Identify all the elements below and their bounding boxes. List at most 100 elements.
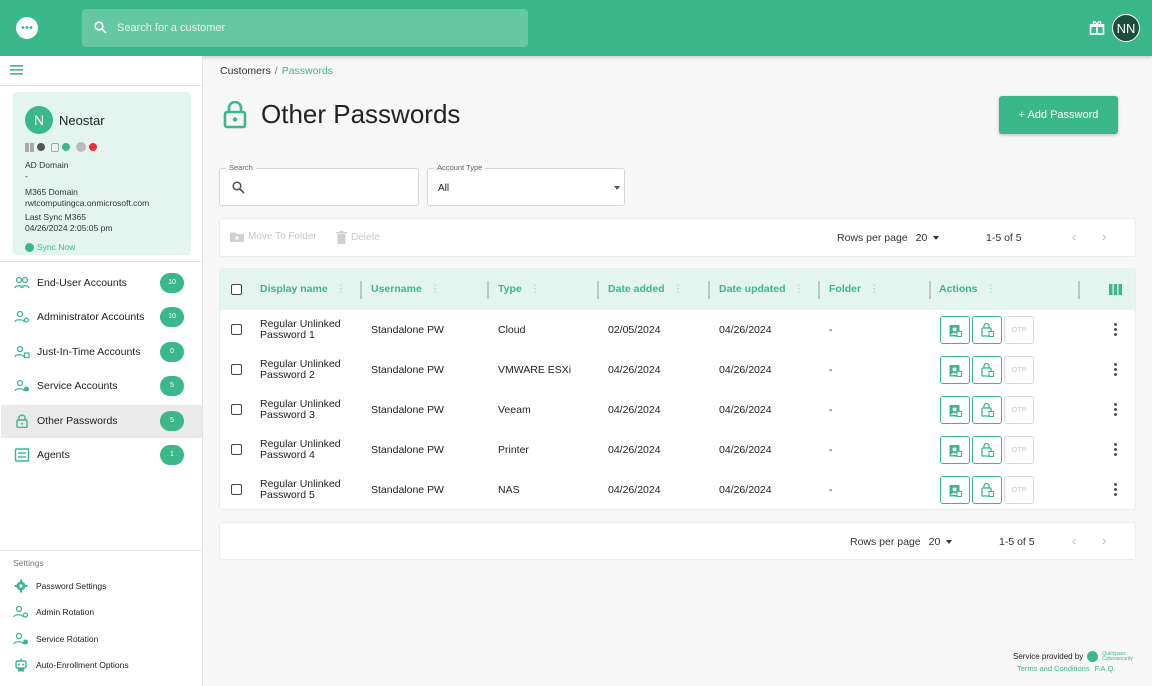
app-logo-icon[interactable] xyxy=(16,17,38,39)
copy-password-button[interactable] xyxy=(972,396,1002,424)
rows-per-page-select[interactable]: 20 xyxy=(916,232,928,244)
lock-clipboard-icon xyxy=(981,363,994,377)
gift-icon[interactable] xyxy=(1089,20,1105,35)
row-checkbox[interactable] xyxy=(231,444,242,455)
row-more-icon[interactable] xyxy=(1114,363,1117,378)
service-status-icons xyxy=(25,142,97,152)
sync-now-link[interactable]: Sync Now xyxy=(25,242,75,252)
column-menu-icon[interactable]: ⋮ xyxy=(794,283,805,295)
count-badge: 5 xyxy=(160,411,184,431)
passwords-table: Display name ⋮ Username ⋮ Type ⋮ Date added… xyxy=(219,268,1136,510)
next-page-icon[interactable]: › xyxy=(1102,229,1106,244)
row-checkbox[interactable] xyxy=(231,324,242,335)
column-username[interactable]: Username ⋮ xyxy=(371,283,440,295)
user-avatar[interactable]: NN xyxy=(1112,14,1140,42)
column-folder[interactable]: Folder ⋮ xyxy=(829,283,880,295)
terms-link[interactable]: Terms and Conditions xyxy=(1017,664,1090,673)
settings-item-password-settings[interactable]: Password Settings xyxy=(13,577,198,597)
copy-username-button[interactable] xyxy=(940,396,970,424)
delete-button[interactable]: Delete xyxy=(336,231,380,244)
table-row[interactable]: Regular Unlinked Password 5 Standalone PW… xyxy=(220,470,1135,509)
move-to-folder-button[interactable]: Move To Folder xyxy=(230,231,317,242)
row-checkbox[interactable] xyxy=(231,404,242,415)
account-type-select[interactable]: Account Type All xyxy=(427,163,625,206)
faq-link[interactable]: F.A.Q. xyxy=(1095,664,1116,673)
column-menu-icon[interactable]: ⋮ xyxy=(869,283,880,295)
row-more-icon[interactable] xyxy=(1114,323,1117,338)
column-date-updated[interactable]: Date updated ⋮ xyxy=(719,283,804,295)
user-clipboard-icon xyxy=(949,365,962,377)
rows-per-page: Rows per page 20 xyxy=(837,232,940,244)
sidebar-item-label: Just-In-Time Accounts xyxy=(37,346,141,358)
column-menu-icon[interactable]: ⋮ xyxy=(430,283,441,295)
column-resizer[interactable] xyxy=(708,281,710,299)
ad-domain-value: - xyxy=(25,171,28,181)
row-checkbox[interactable] xyxy=(231,364,242,375)
column-resizer[interactable] xyxy=(487,281,489,299)
sidebar-item-administrator-accounts[interactable]: Administrator Accounts 10 xyxy=(1,301,202,334)
settings-item-label: Admin Rotation xyxy=(36,607,95,617)
breadcrumb-customers-link[interactable]: Customers xyxy=(220,65,271,77)
row-checkbox[interactable] xyxy=(231,484,242,495)
otp-button[interactable]: OTP xyxy=(1004,356,1034,384)
rows-per-page-select[interactable]: 20 xyxy=(929,536,941,548)
copy-username-button[interactable] xyxy=(940,476,970,504)
status-dot-red xyxy=(89,143,97,151)
copy-username-button[interactable] xyxy=(940,316,970,344)
settings-item-auto-enrollment-options[interactable]: Auto-Enrollment Options xyxy=(13,656,198,676)
admin-user-icon xyxy=(13,605,29,618)
menu-icon[interactable] xyxy=(10,65,23,75)
sidebar-item-service-accounts[interactable]: Service Accounts 5 xyxy=(1,370,202,403)
copy-password-button[interactable] xyxy=(972,356,1002,384)
previous-page-icon[interactable]: ‹ xyxy=(1072,229,1076,244)
otp-button[interactable]: OTP xyxy=(1004,396,1034,424)
column-date-added[interactable]: Date added ⋮ xyxy=(608,283,683,295)
column-actions[interactable]: Actions ⋮ xyxy=(939,283,996,295)
table-row[interactable]: Regular Unlinked Password 4 Standalone PW… xyxy=(220,430,1135,470)
table-row[interactable]: Regular Unlinked Password 3 Standalone PW… xyxy=(220,390,1135,430)
row-more-icon[interactable] xyxy=(1114,483,1117,498)
row-more-icon[interactable] xyxy=(1114,443,1117,458)
settings-item-service-rotation[interactable]: Service Rotation xyxy=(13,630,198,650)
column-resizer[interactable] xyxy=(929,281,931,299)
column-resizer[interactable] xyxy=(818,281,820,299)
copy-password-button[interactable] xyxy=(972,476,1002,504)
next-page-icon[interactable]: › xyxy=(1102,533,1106,548)
sidebar-item-agents[interactable]: Agents 1 xyxy=(1,439,202,472)
copy-username-button[interactable] xyxy=(940,436,970,464)
copy-password-button[interactable] xyxy=(972,316,1002,344)
add-password-button[interactable]: + Add Password xyxy=(999,96,1118,134)
office-icon xyxy=(51,142,59,152)
otp-button[interactable]: OTP xyxy=(1004,316,1034,344)
row-more-icon[interactable] xyxy=(1114,403,1117,418)
column-menu-icon[interactable]: ⋮ xyxy=(673,283,684,295)
column-menu-icon[interactable]: ⋮ xyxy=(336,283,347,295)
table-row[interactable]: Regular Unlinked Password 1 Standalone PW… xyxy=(220,310,1135,350)
count-badge: 10 xyxy=(160,273,184,293)
previous-page-icon[interactable]: ‹ xyxy=(1072,533,1076,548)
table-row[interactable]: Regular Unlinked Password 2 Standalone PW… xyxy=(220,350,1135,390)
search-field[interactable]: Search xyxy=(219,163,419,206)
copy-username-button[interactable] xyxy=(940,356,970,384)
column-menu-icon[interactable]: ⋮ xyxy=(530,283,541,295)
copy-password-button[interactable] xyxy=(972,436,1002,464)
customer-search-input[interactable]: Search for a customer xyxy=(82,9,528,47)
column-resizer[interactable] xyxy=(360,281,362,299)
sidebar-item-just-in-time-accounts[interactable]: Just-In-Time Accounts 0 xyxy=(1,336,202,369)
column-resizer[interactable] xyxy=(597,281,599,299)
column-resizer[interactable] xyxy=(1078,281,1080,299)
otp-button[interactable]: OTP xyxy=(1004,436,1034,464)
display-name-line: Password 1 xyxy=(260,329,315,341)
sidebar-item-other-passwords[interactable]: Other Passwords 5 xyxy=(1,405,202,438)
trash-icon xyxy=(336,231,347,244)
customer-avatar: N xyxy=(25,106,53,134)
otp-button[interactable]: OTP xyxy=(1004,476,1034,504)
settings-item-admin-rotation[interactable]: Admin Rotation xyxy=(13,603,198,623)
column-menu-icon[interactable]: ⋮ xyxy=(986,283,997,295)
sidebar-item-end-user-accounts[interactable]: End-User Accounts 10 xyxy=(1,267,202,300)
status-dot-gray xyxy=(37,143,45,151)
columns-icon[interactable] xyxy=(1109,284,1122,295)
select-all-checkbox[interactable] xyxy=(231,284,242,295)
column-type[interactable]: Type ⋮ xyxy=(498,283,540,295)
column-display-name[interactable]: Display name ⋮ xyxy=(260,283,346,295)
